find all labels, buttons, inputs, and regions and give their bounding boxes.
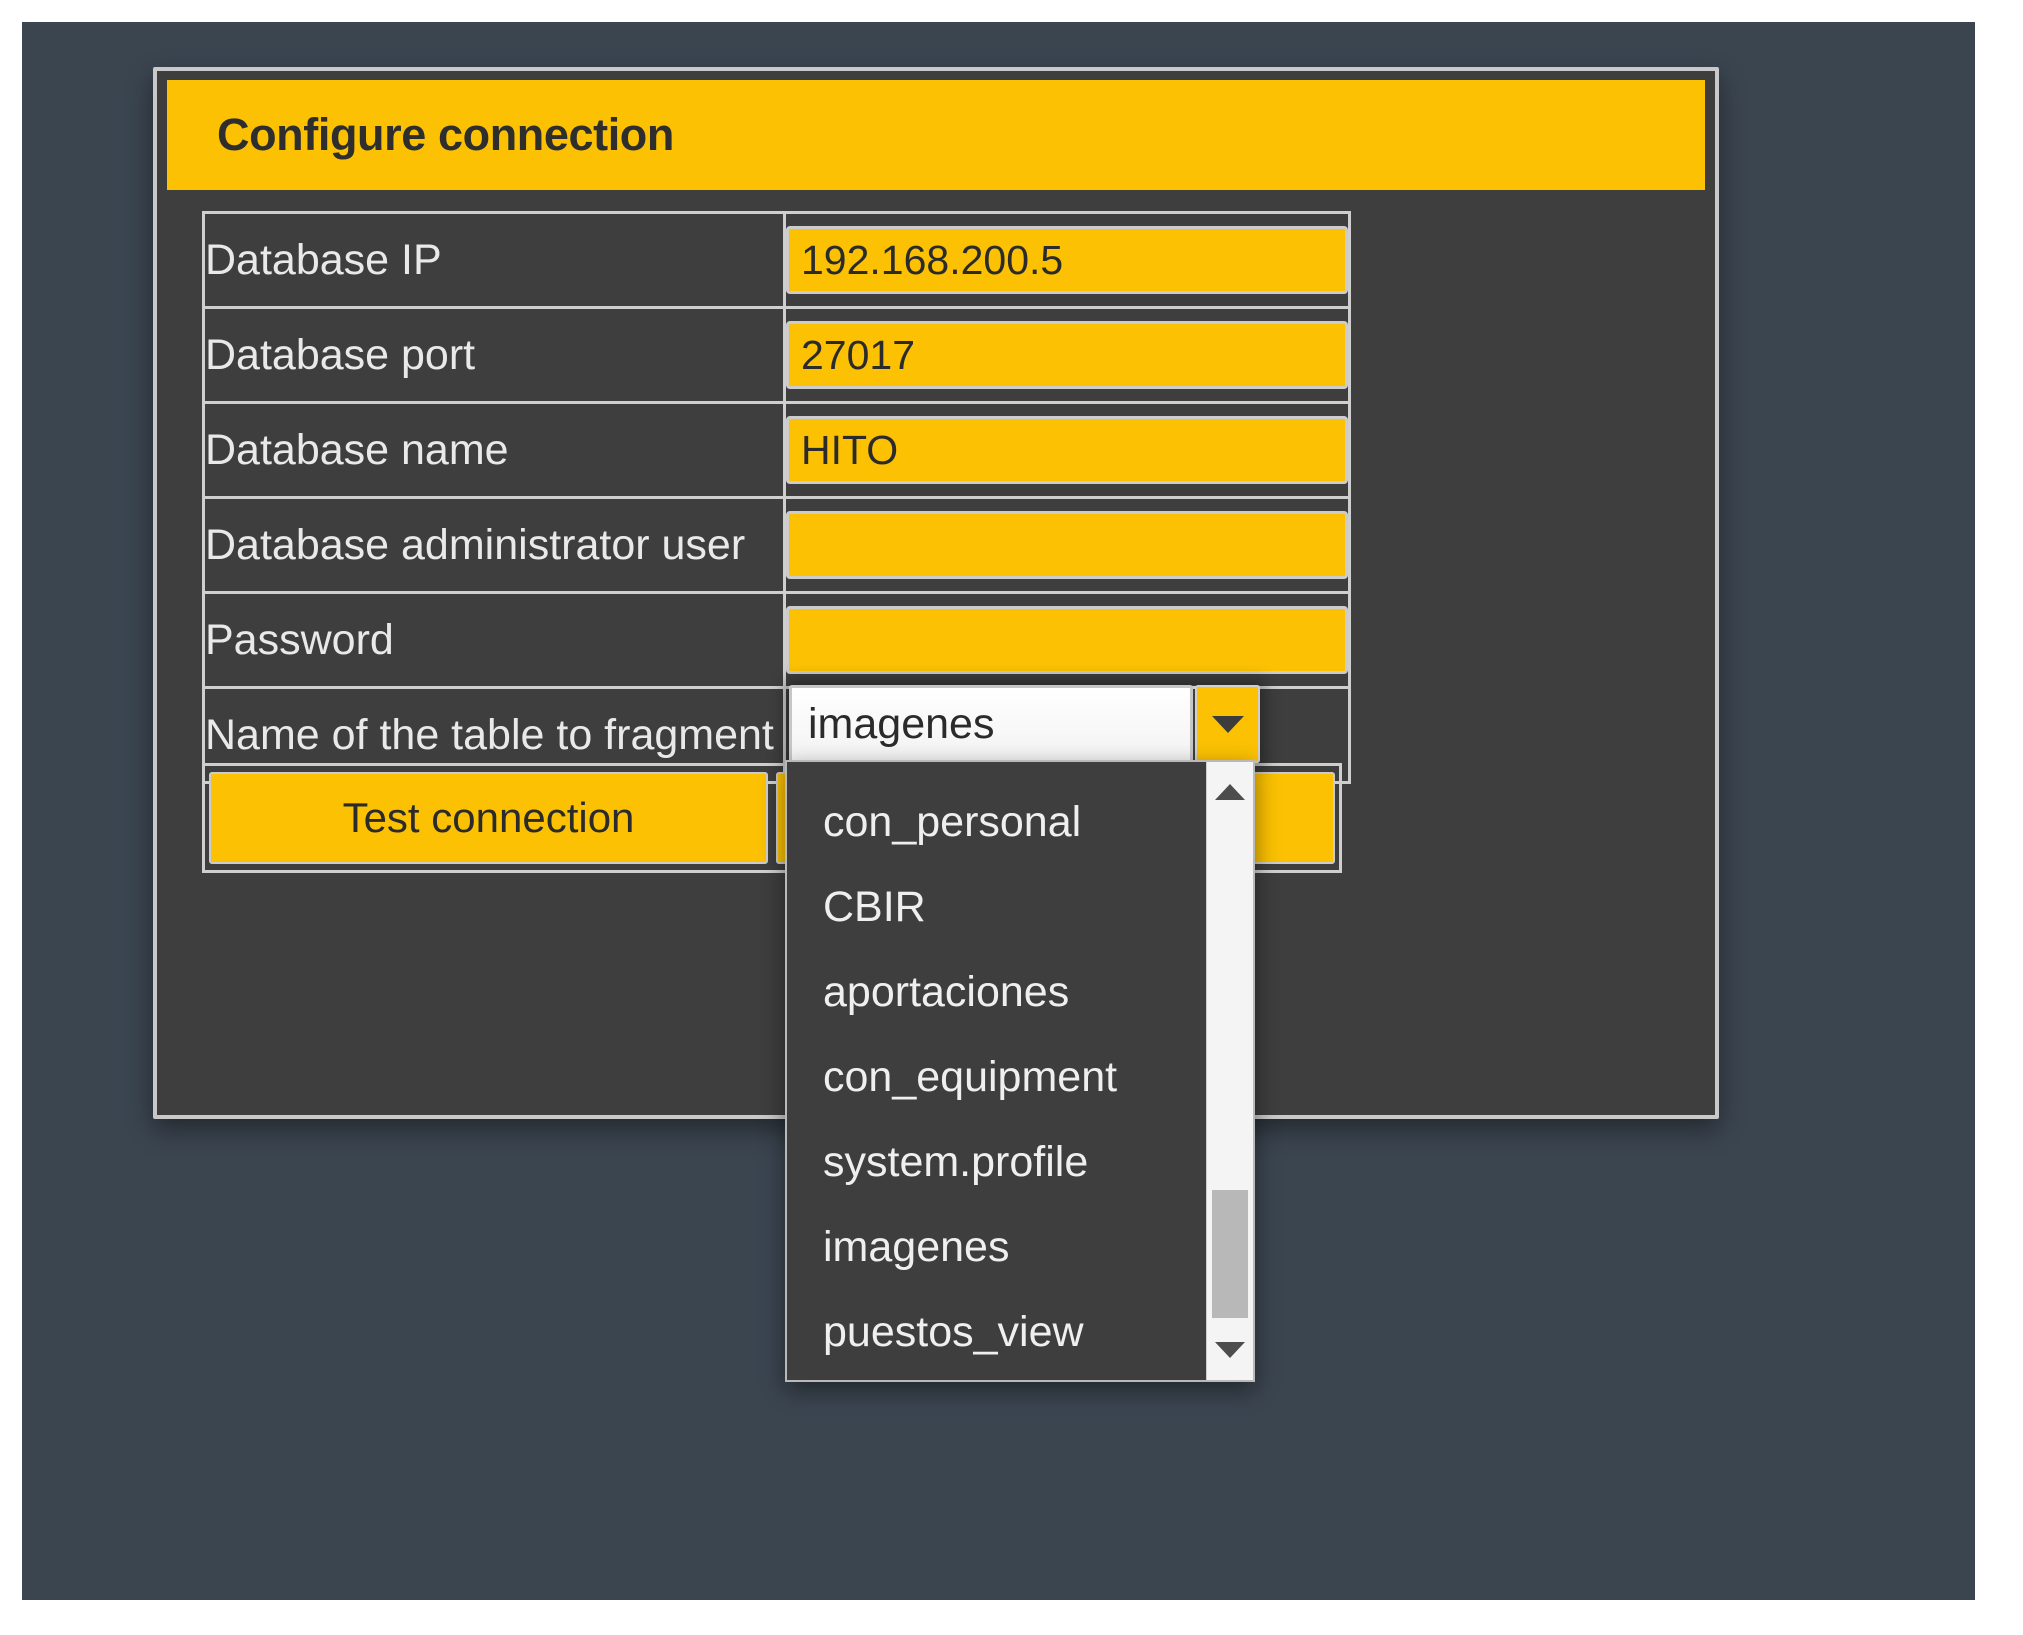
triangle-up-icon[interactable] (1215, 784, 1245, 800)
page-title: Configure connection (217, 109, 674, 160)
field-label-database-ip: Database IP (202, 211, 786, 309)
triangle-down-icon[interactable] (1215, 1342, 1245, 1358)
field-cell-database-name (783, 401, 1351, 499)
database-admin-user-input[interactable] (786, 511, 1348, 579)
table-row: Database administrator user (202, 496, 1351, 594)
table-row: Database IP (202, 211, 1351, 309)
field-label-database-admin-user: Database administrator user (202, 496, 786, 594)
list-item[interactable]: con_personal (787, 780, 1206, 865)
list-item[interactable]: con_equipment (787, 1035, 1206, 1120)
table-row: Database port (202, 306, 1351, 404)
list-item[interactable]: aportaciones (787, 950, 1206, 1035)
field-label-password: Password (202, 591, 786, 689)
field-cell-password (783, 591, 1351, 689)
database-ip-input[interactable] (786, 226, 1348, 294)
password-input[interactable] (786, 606, 1348, 674)
table-row: Database name (202, 401, 1351, 499)
table-row: Password (202, 591, 1351, 689)
field-cell-database-admin-user (783, 496, 1351, 594)
dropdown-scrollbar[interactable] (1206, 762, 1253, 1380)
combobox-option-list: con_personal CBIR aportaciones con_equip… (787, 762, 1206, 1380)
dialog-title-bar: Configure connection (167, 80, 1705, 190)
combobox-toggle-button[interactable] (1195, 685, 1260, 763)
field-cell-database-ip (783, 211, 1351, 309)
database-port-input[interactable] (786, 321, 1348, 389)
application-background: Configure connection Database IP Databas… (22, 22, 1975, 1600)
combobox-field[interactable]: imagenes (789, 685, 1193, 763)
combobox-dropdown-panel: con_personal CBIR aportaciones con_equip… (785, 760, 1255, 1382)
field-label-database-port: Database port (202, 306, 786, 404)
list-item[interactable]: system.profile (787, 1120, 1206, 1205)
combobox-selected-value: imagenes (808, 699, 995, 748)
list-item[interactable]: imagenes (787, 1205, 1206, 1290)
test-connection-button[interactable]: Test connection (209, 772, 768, 864)
table-to-fragment-combobox[interactable]: imagenes (789, 685, 1260, 763)
field-cell-database-port (783, 306, 1351, 404)
list-item[interactable]: CBIR (787, 865, 1206, 950)
database-name-input[interactable] (786, 416, 1348, 484)
field-label-database-name: Database name (202, 401, 786, 499)
scrollbar-thumb[interactable] (1212, 1190, 1248, 1318)
chevron-down-icon (1211, 715, 1244, 733)
list-item[interactable]: puestos_view (787, 1290, 1206, 1375)
